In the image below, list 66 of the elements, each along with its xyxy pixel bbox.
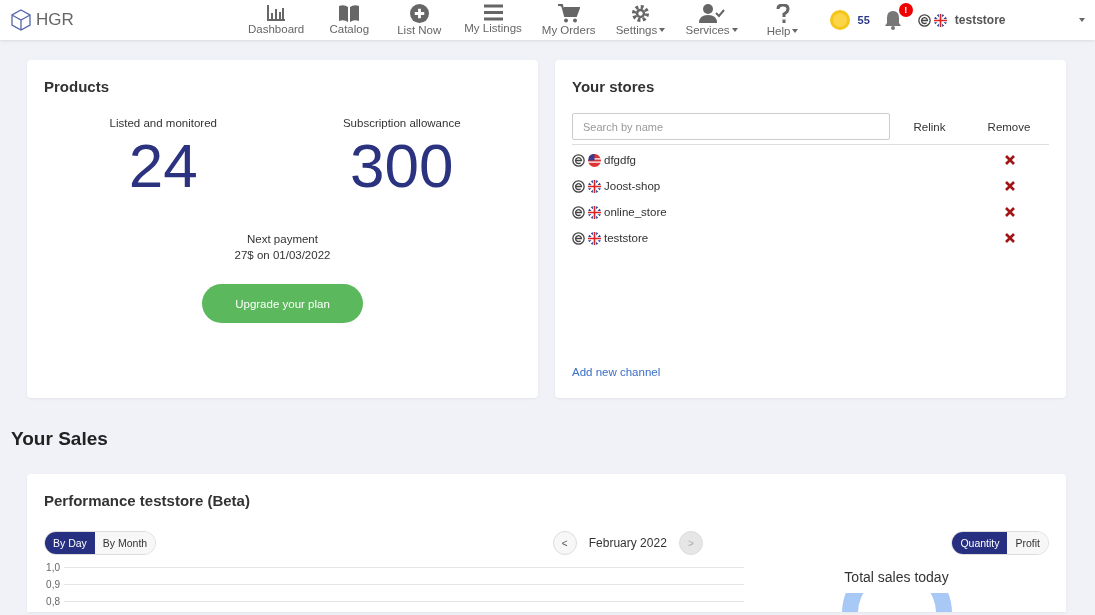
axis-label: 0,8	[45, 596, 60, 607]
store-name[interactable]: teststore	[604, 232, 649, 244]
flag-icon	[933, 13, 947, 27]
brand-name: HGR	[36, 10, 74, 30]
flag-icon	[588, 205, 601, 219]
book-icon	[338, 3, 361, 22]
bell-icon[interactable]	[883, 10, 902, 30]
nav-item[interactable]: Services	[675, 3, 748, 37]
column-header: Relink	[912, 120, 947, 133]
flag-icon	[588, 153, 601, 167]
axis-label: 0,9	[45, 579, 60, 590]
period-tab[interactable]: By Month	[94, 532, 156, 554]
channel-e-icon	[572, 205, 585, 219]
caret-icon[interactable]	[1079, 18, 1085, 22]
user-check-icon	[698, 3, 725, 23]
stat-label: Subscription allowance	[342, 117, 461, 129]
nav-item[interactable]: Catalog	[314, 3, 385, 37]
remove-icon[interactable]	[1005, 181, 1015, 191]
stat-value: 24	[128, 135, 198, 197]
nav-item[interactable]: List Now	[384, 3, 455, 37]
channel-e-icon	[572, 231, 585, 245]
account-name[interactable]: teststore	[954, 13, 1006, 27]
nav-item[interactable]: My Listings	[454, 3, 532, 37]
period-tab[interactable]: By Day	[45, 532, 95, 554]
bar-chart-icon	[266, 3, 287, 22]
stat-value: 300	[350, 135, 454, 197]
gear-icon	[630, 3, 650, 23]
nav-item[interactable]: Settings	[605, 3, 676, 37]
store-name[interactable]: online_store	[604, 206, 667, 218]
coin-icon	[829, 10, 850, 30]
nav-item[interactable]: My Orders	[531, 3, 606, 37]
cart-icon	[557, 3, 580, 23]
total-sales-title: Total sales today	[844, 569, 949, 585]
axis-label: 1,0	[45, 562, 60, 573]
card-title: Your stores	[572, 78, 656, 95]
coin-count: 55	[857, 14, 870, 26]
add-channel-link[interactable]: Add new channel	[572, 366, 661, 378]
next-payment-value: 27$ on 01/03/2022	[234, 249, 331, 261]
month-label: February 2022	[588, 536, 667, 550]
remove-icon[interactable]	[1005, 207, 1015, 217]
store-name[interactable]: dfgdfg	[604, 154, 636, 166]
stat-label: Listed and monitored	[109, 117, 217, 129]
channel-e-icon	[917, 13, 931, 27]
channel-e-icon	[572, 153, 585, 167]
question-icon	[775, 3, 790, 24]
search-field[interactable]: Search by name	[572, 113, 890, 140]
card-title: Performance teststore (Beta)	[44, 492, 251, 509]
notification-badge: !	[898, 3, 913, 17]
menu-icon	[483, 3, 503, 21]
section-title: Your Sales	[11, 428, 109, 450]
channel-e-icon	[572, 179, 585, 193]
next-payment-label: Next payment	[247, 233, 318, 245]
nav-item[interactable]: Dashboard	[238, 3, 315, 37]
store-name[interactable]: Joost-shop	[604, 180, 661, 192]
plus-circle-icon	[409, 3, 429, 23]
column-header: Remove	[986, 120, 1032, 133]
remove-icon[interactable]	[1005, 155, 1015, 165]
remove-icon[interactable]	[1005, 233, 1015, 243]
metric-tab[interactable]: Profit	[1007, 532, 1048, 554]
nav-item[interactable]: Help	[747, 3, 818, 37]
metric-tab[interactable]: Quantity	[952, 532, 1008, 554]
card-title: Products	[44, 78, 110, 95]
flag-icon	[588, 231, 601, 245]
previous-month-button[interactable]: <	[552, 531, 577, 555]
cube-logo-icon	[10, 9, 32, 31]
flag-icon	[588, 179, 601, 193]
